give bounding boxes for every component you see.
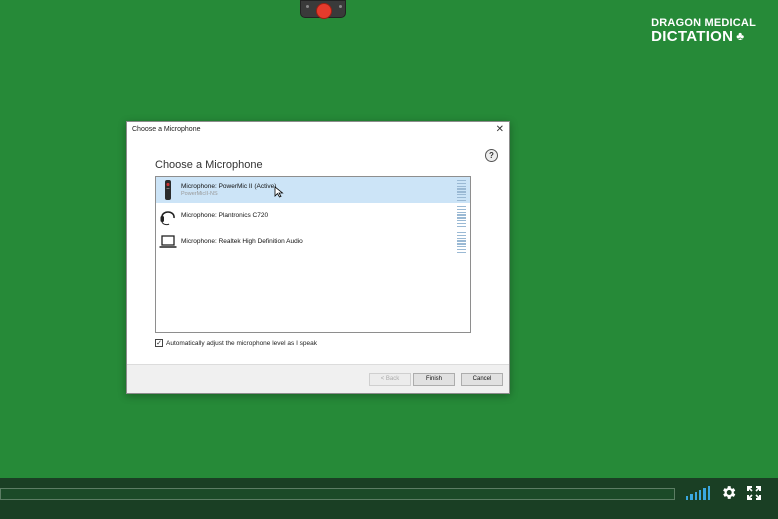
widget-dot [306, 5, 309, 8]
close-icon[interactable]: ✕ [496, 124, 504, 135]
list-item[interactable]: Microphone: Realtek High Definition Audi… [156, 229, 470, 255]
microphone-list[interactable]: Microphone: PowerMic II (Active) PowerMi… [155, 176, 471, 333]
mic-level-meter [457, 206, 466, 227]
gear-icon[interactable] [720, 484, 737, 501]
logo-line2: DICTATION ♣ [651, 29, 756, 44]
logo-line2-text: DICTATION [651, 28, 734, 45]
dictation-mic-widget[interactable] [300, 0, 346, 19]
fullscreen-icon[interactable] [747, 485, 761, 500]
widget-dot [339, 5, 342, 8]
choose-microphone-dialog: Choose a Microphone ✕ Choose a Microphon… [126, 121, 510, 394]
mouse-cursor-icon [274, 185, 284, 198]
auto-adjust-checkbox[interactable]: ✓ [155, 339, 163, 347]
clover-icon: ♣ [736, 29, 745, 43]
list-item[interactable]: Microphone: PowerMic II (Active) PowerMi… [156, 177, 470, 203]
microphone-subtitle: PowerMicII-NS [181, 190, 218, 197]
cancel-button[interactable]: Cancel [461, 373, 503, 386]
list-item[interactable]: Microphone: Plantronics C720 [156, 203, 470, 229]
dialog-title: Choose a Microphone [132, 126, 201, 133]
back-button[interactable]: < Back [369, 373, 411, 386]
auto-adjust-checkbox-row[interactable]: ✓ Automatically adjust the microphone le… [155, 339, 317, 347]
dragon-logo: DRAGON MEDICAL DICTATION ♣ [651, 17, 756, 44]
video-control-bar [0, 478, 778, 519]
dialog-heading: Choose a Microphone [155, 159, 263, 171]
microphone-name: Microphone: Plantronics C720 [181, 212, 269, 219]
progress-bar[interactable] [0, 488, 675, 500]
microphone-name: Microphone: Realtek High Definition Audi… [181, 238, 303, 245]
microphone-name: Microphone: PowerMic II (Active) [181, 182, 277, 190]
finish-button[interactable]: Finish [413, 373, 455, 386]
player-controls [686, 484, 761, 501]
handheld-mic-icon [159, 179, 177, 201]
dialog-titlebar: Choose a Microphone ✕ [127, 122, 509, 139]
help-icon[interactable]: ? [485, 149, 498, 162]
auto-adjust-label: Automatically adjust the microphone leve… [166, 339, 318, 347]
mic-level-meter [457, 180, 466, 201]
mic-level-meter [457, 232, 466, 253]
headset-icon [159, 205, 177, 227]
dialog-footer: < Back Finish Cancel [127, 364, 509, 393]
laptop-icon [159, 231, 177, 253]
record-button[interactable] [316, 3, 332, 19]
volume-icon[interactable] [686, 485, 710, 500]
